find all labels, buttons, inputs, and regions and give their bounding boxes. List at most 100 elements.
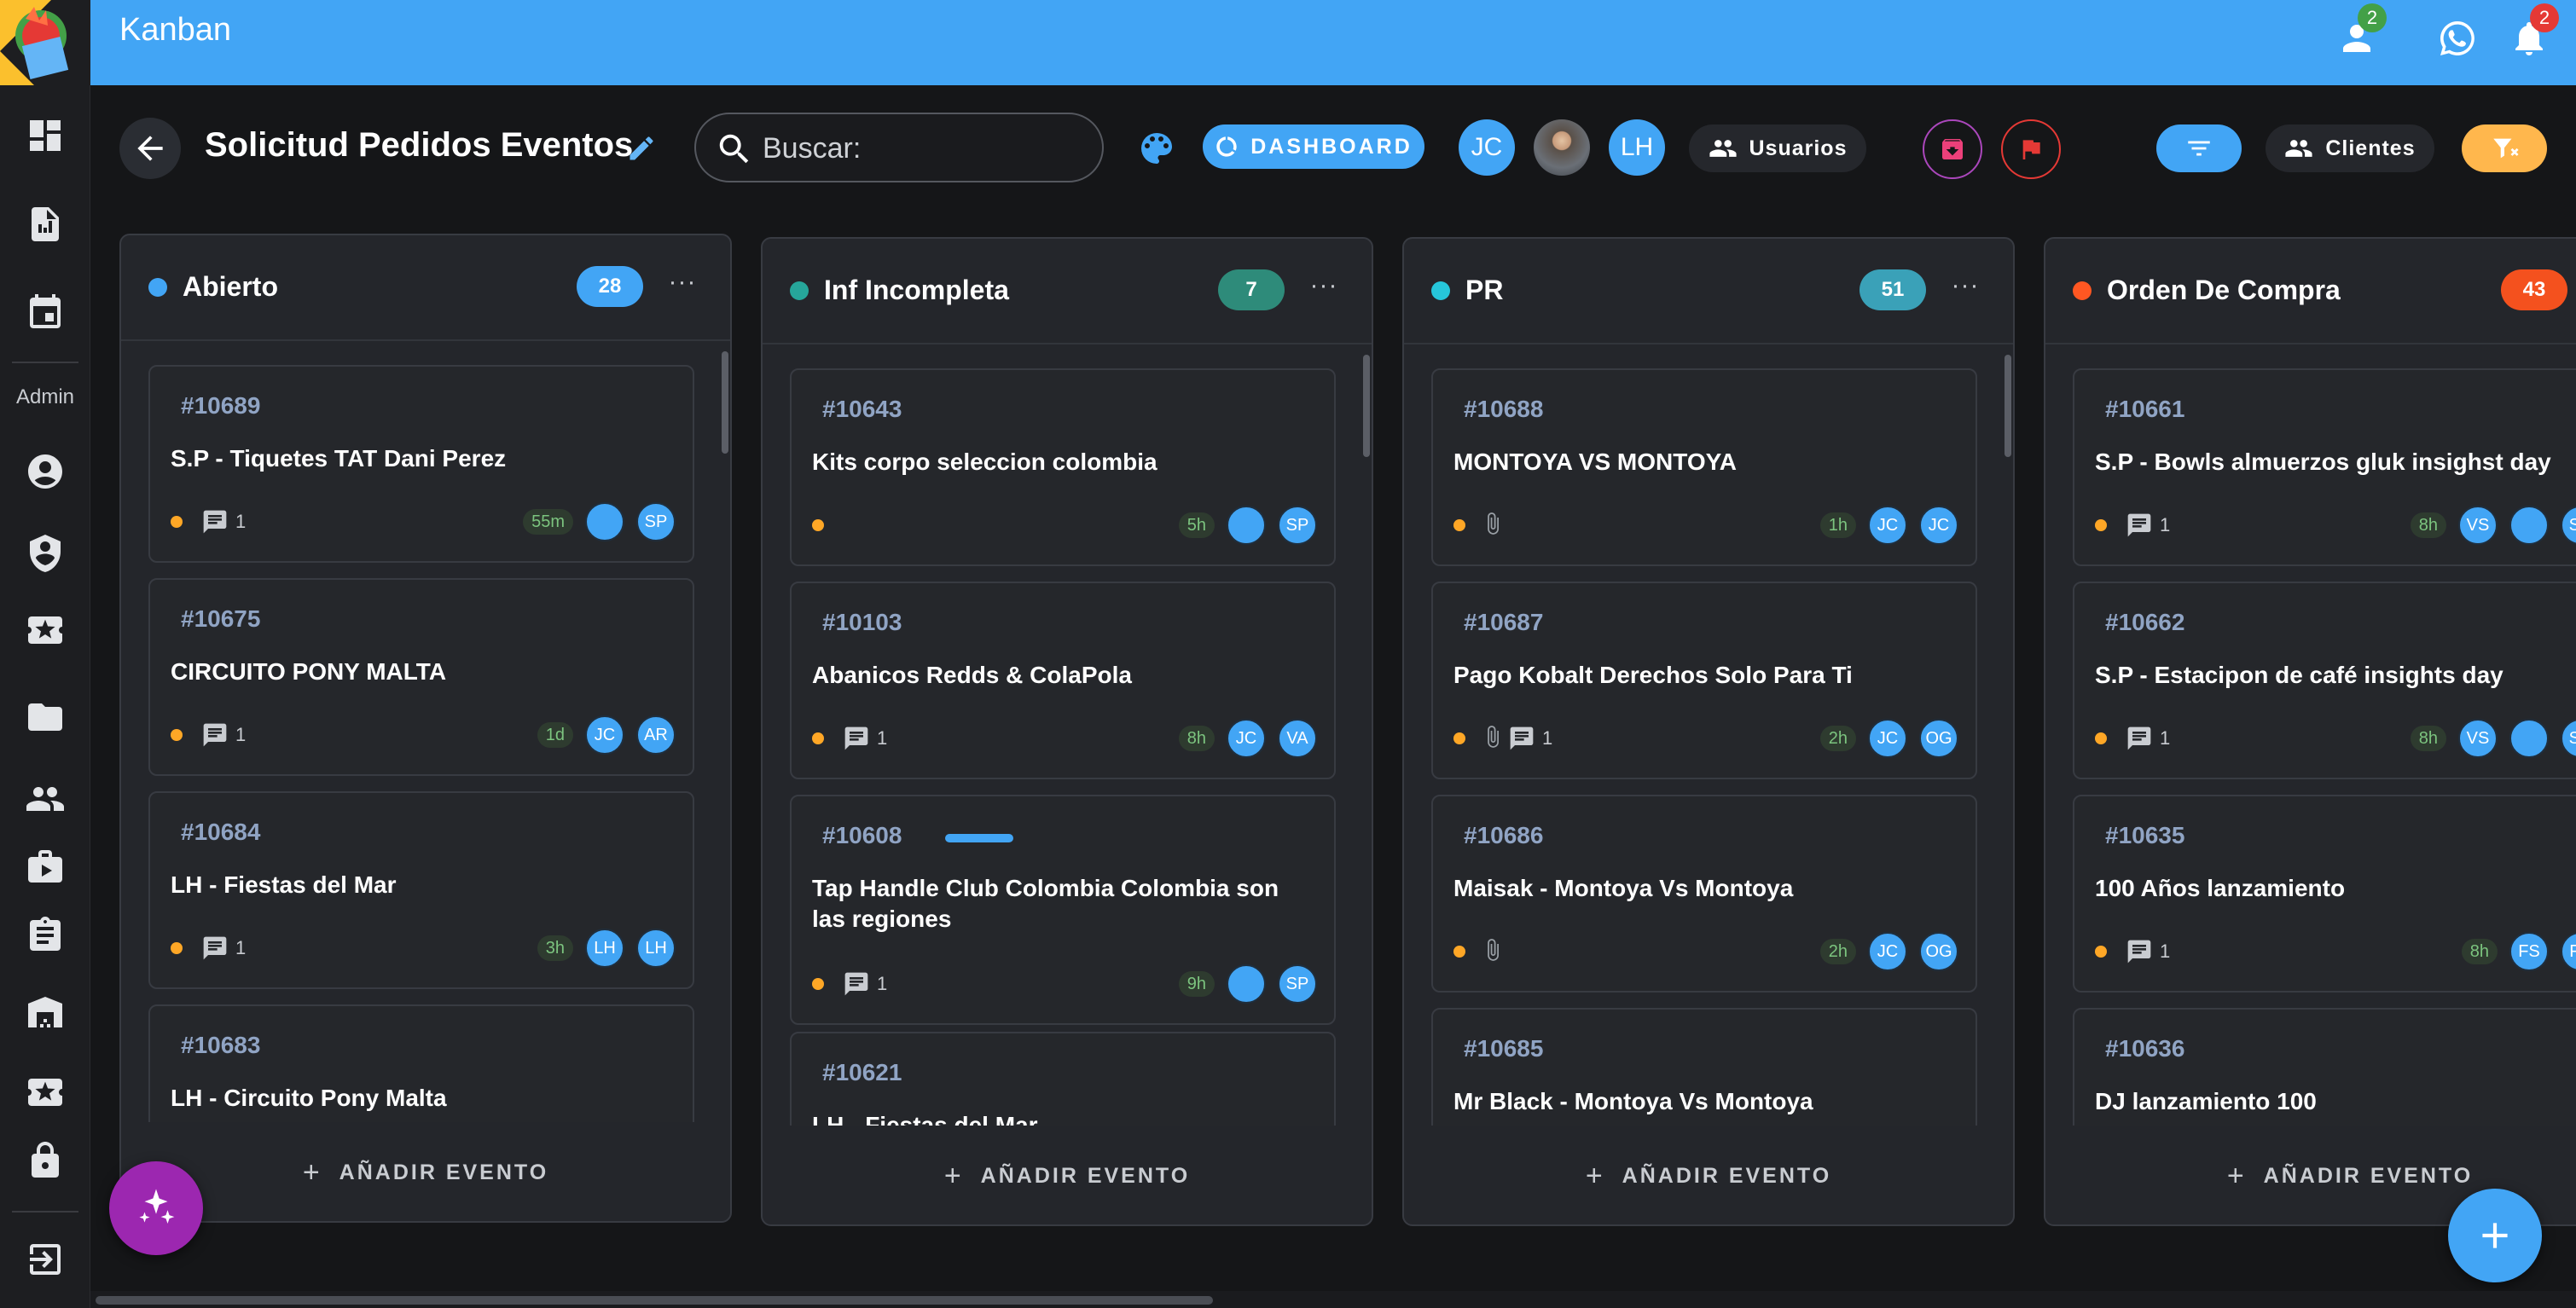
notifications-button[interactable]: 2	[2503, 3, 2559, 65]
lock-icon[interactable]	[19, 1134, 72, 1187]
ticket-star-icon[interactable]	[19, 604, 72, 657]
event-card[interactable]: #10103 Abanicos Redds & ColaPola 1 8h JC VA	[790, 582, 1336, 779]
event-card[interactable]: #10608 Tap Handle Club Colombia Colombia …	[790, 795, 1336, 1025]
assignee-avatar[interactable]: VA	[1278, 719, 1317, 758]
assignee-avatar[interactable]: FS	[2509, 932, 2549, 971]
clipboard-icon[interactable]	[19, 909, 72, 962]
event-card[interactable]: #10662 S.P - Estacipon de café insights d…	[2073, 582, 2576, 779]
event-card[interactable]: #10685 Mr Black - Montoya Vs Montoya	[1431, 1008, 1977, 1126]
event-card[interactable]: #10689 S.P - Tiquetes TAT Dani Perez 1 55m S…	[148, 365, 694, 563]
member-avatar[interactable]: JC	[1459, 119, 1515, 176]
users-button[interactable]: Usuarios	[1689, 124, 1866, 172]
account-circle-icon[interactable]	[19, 445, 72, 498]
assignee-avatar[interactable]: SP	[2561, 719, 2576, 758]
comment-count[interactable]: 1	[843, 970, 887, 998]
assignee-avatar[interactable]: OG	[1919, 719, 1958, 758]
column-scrollbar[interactable]	[2005, 355, 2011, 457]
event-card[interactable]: #10621 LH - Fiestas del Mar	[790, 1032, 1336, 1126]
assignee-avatar-photo[interactable]	[1227, 506, 1266, 545]
comment-count[interactable]: 1	[843, 725, 887, 752]
logout-icon[interactable]	[19, 1233, 72, 1286]
people-icon[interactable]	[19, 773, 72, 825]
column-menu-icon[interactable]: ···	[1947, 273, 1984, 310]
assignee-avatar-photo[interactable]	[2509, 719, 2549, 758]
event-card[interactable]: #10661 S.P - Bowls almuerzos gluk insighs…	[2073, 368, 2576, 566]
search-box[interactable]	[694, 113, 1104, 182]
warehouse-icon[interactable]	[19, 986, 72, 1039]
clients-button[interactable]: Clientes	[2266, 124, 2434, 172]
comment-count[interactable]: 1	[201, 508, 246, 535]
theme-palette-button[interactable]	[1136, 128, 1177, 169]
work-play-icon[interactable]	[19, 841, 72, 894]
event-card[interactable]: #10643 Kits corpo seleccion colombia 5h SP	[790, 368, 1336, 566]
assignee-avatar[interactable]: JC	[1227, 719, 1266, 758]
column-menu-icon[interactable]: ···	[1305, 273, 1343, 310]
assignee-avatar[interactable]: SP	[1278, 964, 1317, 1004]
assignee-avatar[interactable]: VS	[2458, 506, 2498, 545]
search-input[interactable]	[763, 128, 1087, 169]
comment-count[interactable]: 1	[1508, 725, 1552, 752]
assignee-avatar[interactable]: VS	[2458, 719, 2498, 758]
add-event-button[interactable]: + AÑADIR EVENTO	[1404, 1126, 2013, 1224]
whatsapp-button[interactable]	[2431, 12, 2484, 65]
ticket-star-icon[interactable]	[19, 1066, 72, 1119]
assignee-avatar[interactable]: LH	[636, 929, 676, 968]
dashboard-icon[interactable]	[19, 109, 72, 162]
assignee-avatar[interactable]: LH	[585, 929, 624, 968]
plus-icon	[2482, 1223, 2508, 1248]
column-menu-icon[interactable]: ···	[664, 269, 701, 307]
back-button[interactable]	[119, 118, 181, 179]
comment-count[interactable]: 1	[201, 935, 246, 962]
contacts-button[interactable]: 2	[2330, 3, 2387, 65]
event-card[interactable]: #10675 CIRCUITO PONY MALTA 1 1d JC AR	[148, 578, 694, 776]
ai-assistant-button[interactable]	[109, 1161, 203, 1255]
column-scrollbar[interactable]	[1363, 355, 1370, 457]
assignee-avatar[interactable]: SP	[636, 502, 676, 541]
event-card[interactable]: #10686 Maisak - Montoya Vs Montoya 2h JC OG	[1431, 795, 1977, 993]
assignee-avatar[interactable]: SP	[1278, 506, 1317, 545]
assignee-avatar[interactable]: AR	[636, 715, 676, 755]
event-card[interactable]: #10687 Pago Kobalt Derechos Solo Para Ti 1…	[1431, 582, 1977, 779]
add-event-button[interactable]: + AÑADIR EVENTO	[763, 1126, 1372, 1224]
clear-filter-button[interactable]	[2462, 124, 2547, 172]
card-footer: 1 9h SP	[812, 964, 1317, 1004]
comment-count-value: 1	[877, 727, 888, 749]
event-card[interactable]: #10684 LH - Fiestas del Mar 1 3h LH LH	[148, 791, 694, 989]
assignee-avatar[interactable]: JC	[1868, 719, 1907, 758]
assignee-avatar[interactable]: JC	[585, 715, 624, 755]
assignee-avatar[interactable]: JC	[1919, 506, 1958, 545]
assignee-avatar[interactable]: JC	[1868, 506, 1907, 545]
member-avatar[interactable]: LH	[1609, 119, 1665, 176]
comment-count[interactable]: 1	[2126, 512, 2170, 539]
comment-count[interactable]: 1	[201, 721, 246, 749]
member-avatar-photo[interactable]	[1534, 119, 1590, 176]
archive-button[interactable]	[1923, 119, 1982, 179]
app-logo[interactable]	[0, 0, 90, 85]
dashboard-button[interactable]: DASHBOARD	[1203, 124, 1424, 169]
folder-icon[interactable]	[19, 691, 72, 744]
assignee-avatar[interactable]: OG	[1919, 932, 1958, 971]
scrollbar-thumb[interactable]	[96, 1296, 1213, 1305]
event-card[interactable]: #10683 LH - Circuito Pony Malta	[148, 1004, 694, 1122]
assignee-avatar[interactable]: SP	[2561, 506, 2576, 545]
board-horizontal-scrollbar[interactable]	[90, 1291, 2576, 1308]
flag-button[interactable]	[2001, 119, 2061, 179]
assignee-avatar-photo[interactable]	[585, 502, 624, 541]
event-card[interactable]: #10635 100 Años lanzamiento 1 8h FS FS	[2073, 795, 2576, 993]
assignee-avatar-photo[interactable]	[2509, 506, 2549, 545]
comment-count[interactable]: 1	[2126, 938, 2170, 965]
assignee-avatar-photo[interactable]	[1227, 964, 1266, 1004]
calendar-icon[interactable]	[19, 286, 72, 339]
comment-count[interactable]: 1	[2126, 725, 2170, 752]
event-card[interactable]: #10688 MONTOYA VS MONTOYA 1h JC JC	[1431, 368, 1977, 566]
event-card[interactable]: #10636 DJ lanzamiento 100	[2073, 1008, 2576, 1126]
filter-button[interactable]	[2156, 124, 2242, 172]
add-event-button[interactable]: + AÑADIR EVENTO	[121, 1122, 730, 1221]
edit-title-button[interactable]	[626, 133, 657, 164]
column-scrollbar[interactable]	[722, 351, 728, 454]
add-event-fab[interactable]	[2448, 1189, 2542, 1282]
document-icon[interactable]	[19, 198, 72, 251]
assignee-avatar[interactable]: FS	[2561, 932, 2576, 971]
shield-user-icon[interactable]	[19, 527, 72, 580]
assignee-avatar[interactable]: JC	[1868, 932, 1907, 971]
